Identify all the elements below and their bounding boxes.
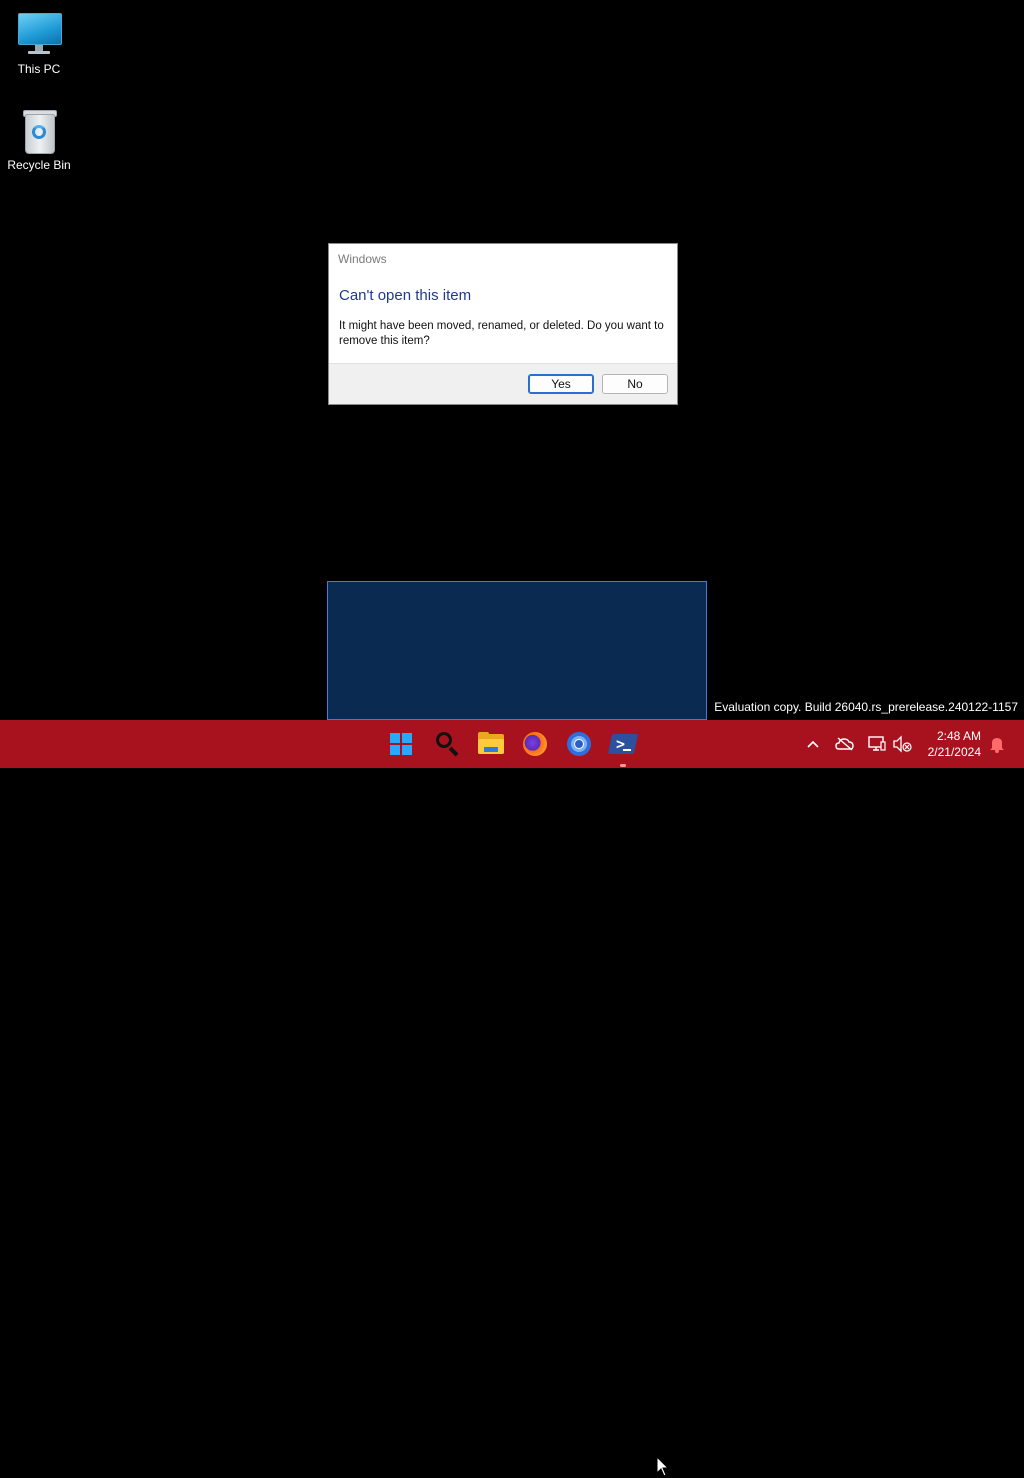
taskbar: > 2:48 AM 2/21/2024 — [0, 720, 1024, 1477]
show-hidden-icons-button[interactable] — [801, 732, 825, 756]
desktop-icon-label: Recycle Bin — [7, 158, 71, 172]
network-icon — [868, 736, 886, 751]
taskbar-chrome[interactable] — [563, 728, 595, 760]
network-tray-button[interactable] — [865, 732, 889, 756]
search-button[interactable] — [432, 728, 464, 760]
dialog-title[interactable]: Windows — [329, 244, 677, 274]
selection-rectangle — [327, 581, 707, 720]
dialog-heading: Can't open this item — [339, 287, 472, 304]
clock-time: 2:48 AM — [936, 729, 981, 743]
yes-button[interactable]: Yes — [528, 374, 594, 394]
taskbar-file-explorer[interactable] — [475, 728, 507, 760]
start-button[interactable] — [387, 728, 419, 760]
notifications-button[interactable] — [985, 732, 1009, 756]
dialog-message: It might have been moved, renamed, or de… — [339, 320, 664, 347]
volume-muted-icon — [893, 735, 912, 753]
computer-icon — [15, 10, 63, 58]
recycle-bin-icon — [15, 106, 63, 154]
desktop-icon-this-pc[interactable]: This PC — [1, 10, 77, 76]
volume-tray-button[interactable] — [890, 732, 914, 756]
desktop-icon-recycle-bin[interactable]: Recycle Bin — [1, 106, 77, 172]
notification-bell-icon — [990, 738, 1004, 753]
evaluation-watermark: Evaluation copy. Build 26040.rs_prerelea… — [714, 700, 1018, 714]
mouse-pointer-icon — [656, 1456, 670, 1477]
desktop-icon-label: This PC — [17, 62, 61, 76]
taskbar-firefox[interactable] — [519, 728, 551, 760]
chevron-up-icon — [807, 740, 819, 748]
start-windows-icon — [390, 733, 414, 757]
clock-date: 2/21/2024 — [927, 745, 981, 759]
desktop[interactable]: This PC Recycle Bin Windows Can't open t… — [0, 0, 1024, 720]
onedrive-offline-icon — [835, 737, 854, 751]
taskbar-powershell[interactable]: > — [607, 728, 639, 767]
dialog-button-bar: Yes No — [329, 363, 677, 404]
no-button[interactable]: No — [602, 374, 668, 394]
system-clock[interactable]: 2:48 AM 2/21/2024 — [928, 728, 981, 760]
error-dialog: Windows Can't open this item It might ha… — [328, 243, 678, 405]
running-indicator — [620, 764, 626, 767]
onedrive-tray-button[interactable] — [833, 732, 857, 756]
